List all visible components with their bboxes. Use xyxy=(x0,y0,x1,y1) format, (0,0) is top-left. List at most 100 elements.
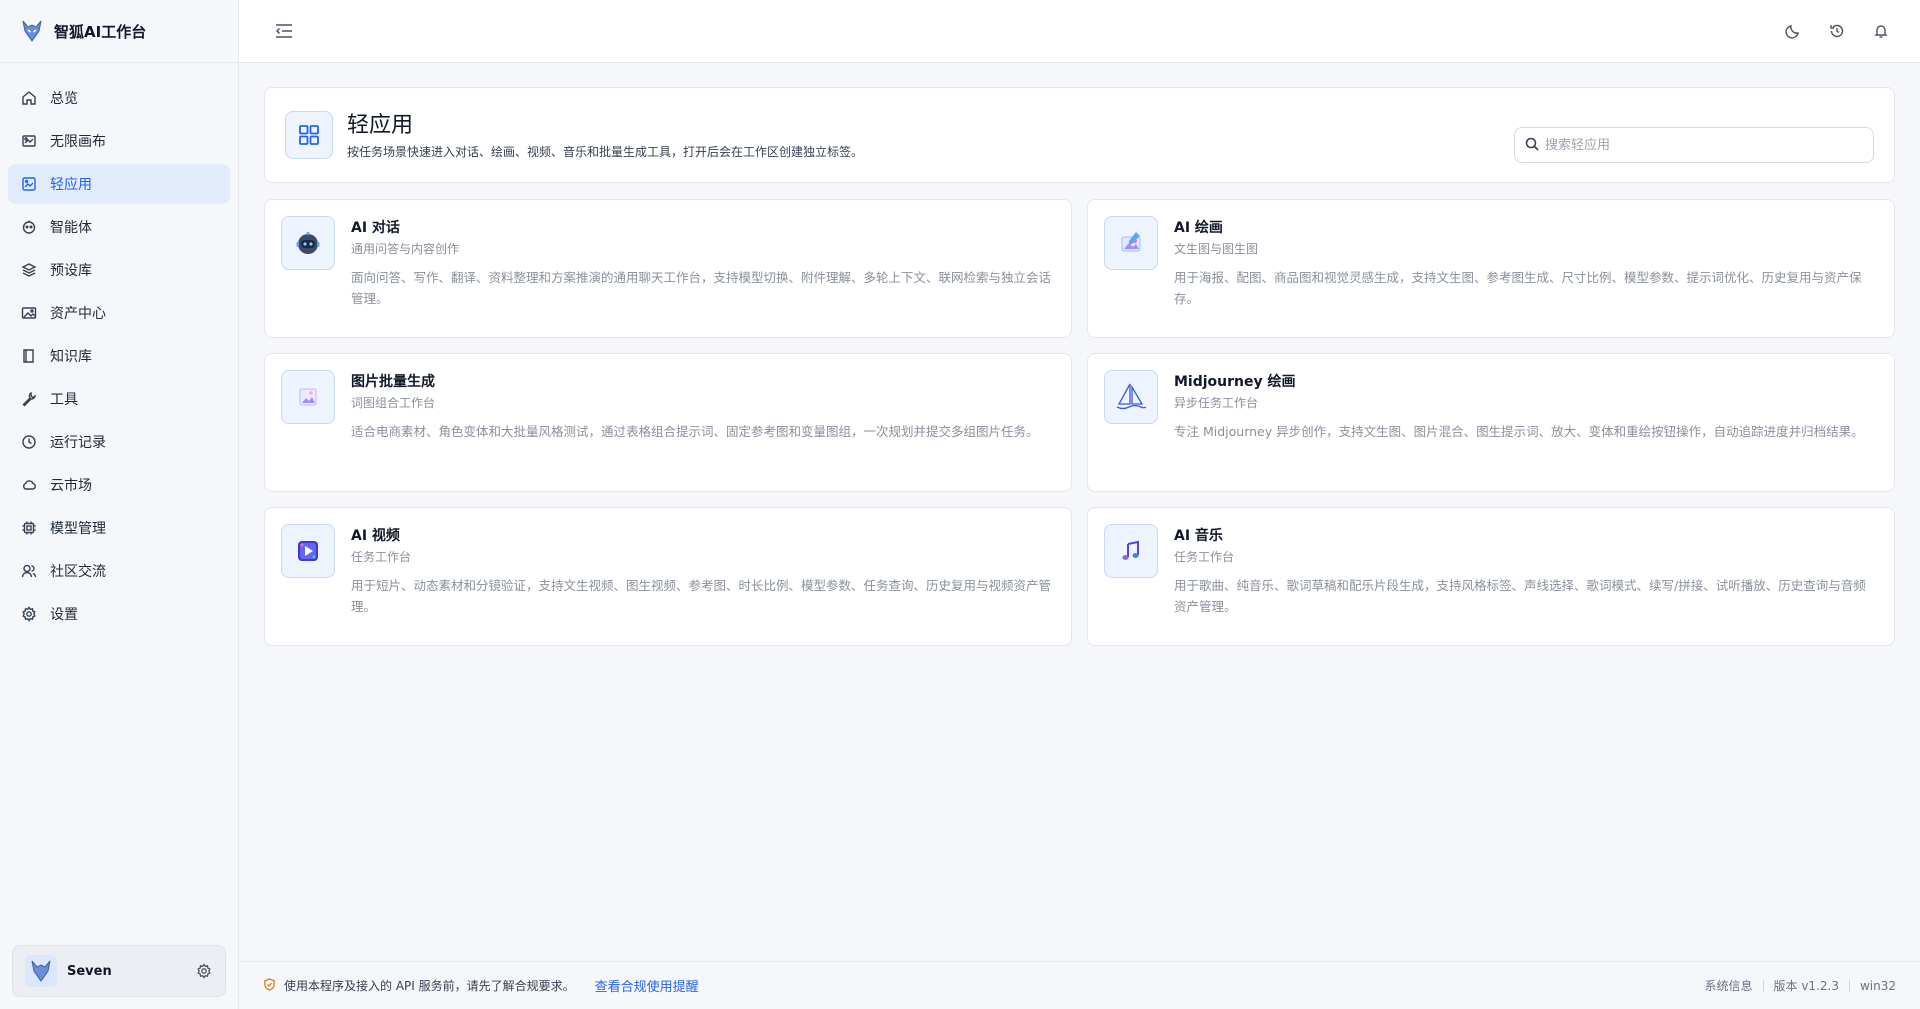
fox-logo-icon xyxy=(20,19,44,43)
sidebar-item-label: 设置 xyxy=(50,607,78,623)
main-area: 轻应用 按任务场景快速进入对话、绘画、视频、音乐和批量生成工具，打开后会在工作区… xyxy=(239,0,1920,1009)
canvas-icon xyxy=(20,132,38,150)
sidebar-item-assets[interactable]: 资产中心 xyxy=(8,293,230,333)
app-name: AI 绘画 xyxy=(1174,220,1223,236)
video-icon xyxy=(281,524,335,578)
sidebar: 智狐AI工作台 总览 无限画布 轻应用 智能体 预设库 资产中心 知识库 工具 … xyxy=(0,0,239,1009)
app-subtitle: 任务工作台 xyxy=(1174,550,1235,564)
music-note-icon xyxy=(1104,524,1158,578)
sidebar-item-label: 智能体 xyxy=(50,220,92,236)
app-subtitle: 文生图与图生图 xyxy=(1174,242,1259,256)
app-card-ai-video[interactable]: AI 视频 任务工作台 用于短片、动态素材和分镜验证，支持文生视频、图生视频、参… xyxy=(264,507,1072,646)
sidebar-item-cloud-market[interactable]: 云市场 xyxy=(8,465,230,505)
app-subtitle: 通用问答与内容创作 xyxy=(351,242,460,256)
compliance-link[interactable]: 查看合规使用提醒 xyxy=(595,976,699,995)
platform-label: win32 xyxy=(1859,978,1896,993)
history-icon[interactable] xyxy=(1828,22,1846,40)
sidebar-item-tools[interactable]: 工具 xyxy=(8,379,230,419)
sidebar-item-overview[interactable]: 总览 xyxy=(8,78,230,118)
app-card-ai-chat[interactable]: AI 对话 通用问答与内容创作 面向问答、写作、翻译、资料整理和方案推演的通用聊… xyxy=(264,199,1072,338)
app-grid: AI 对话 通用问答与内容创作 面向问答、写作、翻译、资料整理和方案推演的通用聊… xyxy=(264,199,1895,646)
app-description: 适合电商素材、角色变体和大批量风格测试，通过表格组合提示词、固定参考图和变量图组… xyxy=(351,424,1039,439)
chip-icon xyxy=(20,519,38,537)
sidebar-item-settings[interactable]: 设置 xyxy=(8,594,230,634)
divider xyxy=(1848,979,1850,992)
sidebar-item-label: 云市场 xyxy=(50,478,92,494)
sidebar-item-label: 社区交流 xyxy=(50,564,106,580)
app-name: AI 对话 xyxy=(351,220,400,236)
app-title: 智狐AI工作台 xyxy=(54,22,147,41)
content: 轻应用 按任务场景快速进入对话、绘画、视频、音乐和批量生成工具，打开后会在工作区… xyxy=(239,63,1920,961)
gear-icon xyxy=(20,605,38,623)
footer: 使用本程序及接入的 API 服务前，请先了解合规要求。 查看合规使用提醒 系统信… xyxy=(239,961,1920,1009)
app-card-batch-image[interactable]: 图片批量生成 词图组合工作台 适合电商素材、角色变体和大批量风格测试，通过表格组… xyxy=(264,353,1072,492)
moon-icon[interactable] xyxy=(1784,22,1802,40)
sidebar-item-label: 知识库 xyxy=(50,349,92,365)
robot-icon xyxy=(281,216,335,270)
sidebar-item-presets[interactable]: 预设库 xyxy=(8,250,230,290)
sidebar-item-canvas[interactable]: 无限画布 xyxy=(8,121,230,161)
page-title: 轻应用 xyxy=(347,112,414,138)
shield-icon xyxy=(263,977,276,994)
users-icon xyxy=(20,562,38,580)
user-card[interactable]: Seven xyxy=(12,945,226,997)
sailboat-icon xyxy=(1104,370,1158,424)
page-header: 轻应用 按任务场景快速进入对话、绘画、视频、音乐和批量生成工具，打开后会在工作区… xyxy=(264,87,1895,183)
user-name: Seven xyxy=(67,963,112,979)
cloud-icon xyxy=(20,476,38,494)
layers-icon xyxy=(20,261,38,279)
agent-icon xyxy=(20,218,38,236)
avatar xyxy=(25,955,57,987)
app-name: Midjourney 绘画 xyxy=(1174,374,1296,390)
user-settings-gear-icon[interactable] xyxy=(195,962,213,980)
grid-icon xyxy=(285,111,333,159)
sidebar-item-label: 预设库 xyxy=(50,263,92,279)
sidebar-item-label: 运行记录 xyxy=(50,435,106,451)
search-box xyxy=(1514,127,1874,163)
home-icon xyxy=(20,89,38,107)
app-subtitle: 异步任务工作台 xyxy=(1174,396,1259,410)
divider xyxy=(1762,979,1764,992)
sidebar-item-label: 模型管理 xyxy=(50,521,106,537)
app-description: 用于短片、动态素材和分镜验证，支持文生视频、图生视频、参考图、时长比例、模型参数… xyxy=(351,578,1052,614)
app-subtitle: 词图组合工作台 xyxy=(351,396,436,410)
sidebar-item-models[interactable]: 模型管理 xyxy=(8,508,230,548)
brand[interactable]: 智狐AI工作台 xyxy=(0,0,238,63)
sidebar-item-label: 资产中心 xyxy=(50,306,106,322)
sidebar-item-agents[interactable]: 智能体 xyxy=(8,207,230,247)
search-input[interactable] xyxy=(1545,137,1863,153)
app-root: 智狐AI工作台 总览 无限画布 轻应用 智能体 预设库 资产中心 知识库 工具 … xyxy=(0,0,1920,1009)
picture-icon xyxy=(20,304,38,322)
sidebar-nav: 总览 无限画布 轻应用 智能体 预设库 资产中心 知识库 工具 运行记录 云市场… xyxy=(0,63,238,634)
version-label: 版本 v1.2.3 xyxy=(1773,979,1839,993)
sidebar-item-community[interactable]: 社区交流 xyxy=(8,551,230,591)
image-app-icon xyxy=(20,175,38,193)
sidebar-item-label: 工具 xyxy=(50,392,78,408)
clock-icon xyxy=(20,433,38,451)
topbar xyxy=(239,0,1920,63)
app-subtitle: 任务工作台 xyxy=(351,550,412,564)
sidebar-item-knowledge[interactable]: 知识库 xyxy=(8,336,230,376)
app-card-ai-paint[interactable]: AI 绘画 文生图与图生图 用于海报、配图、商品图和视觉灵感生成，支持文生图、参… xyxy=(1087,199,1895,338)
paint-icon xyxy=(1104,216,1158,270)
book-icon xyxy=(20,347,38,365)
bell-icon[interactable] xyxy=(1872,22,1890,40)
app-card-midjourney[interactable]: Midjourney 绘画 异步任务工作台 专注 Midjourney 异步创作… xyxy=(1087,353,1895,492)
gallery-icon xyxy=(281,370,335,424)
app-description: 用于歌曲、纯音乐、歌词草稿和配乐片段生成，支持风格标签、声线选择、歌词模式、续写… xyxy=(1174,578,1866,614)
search-icon xyxy=(1525,136,1539,155)
app-description: 专注 Midjourney 异步创作，支持文生图、图片混合、图生提示词、放大、变… xyxy=(1174,424,1864,439)
app-card-ai-music[interactable]: AI 音乐 任务工作台 用于歌曲、纯音乐、歌词草稿和配乐片段生成，支持风格标签、… xyxy=(1087,507,1895,646)
app-name: 图片批量生成 xyxy=(351,374,435,390)
top-actions xyxy=(1784,22,1890,40)
sidebar-item-light-apps[interactable]: 轻应用 xyxy=(8,164,230,204)
app-name: AI 音乐 xyxy=(1174,528,1223,544)
system-info-link[interactable]: 系统信息 xyxy=(1705,977,1753,994)
sidebar-item-label: 总览 xyxy=(50,91,78,107)
page-description: 按任务场景快速进入对话、绘画、视频、音乐和批量生成工具，打开后会在工作区创建独立… xyxy=(347,144,864,159)
menu-collapse-icon[interactable] xyxy=(273,20,295,42)
sidebar-item-label: 无限画布 xyxy=(50,134,106,150)
wrench-icon xyxy=(20,390,38,408)
app-description: 用于海报、配图、商品图和视觉灵感生成，支持文生图、参考图生成、尺寸比例、模型参数… xyxy=(1174,270,1862,306)
sidebar-item-history[interactable]: 运行记录 xyxy=(8,422,230,462)
